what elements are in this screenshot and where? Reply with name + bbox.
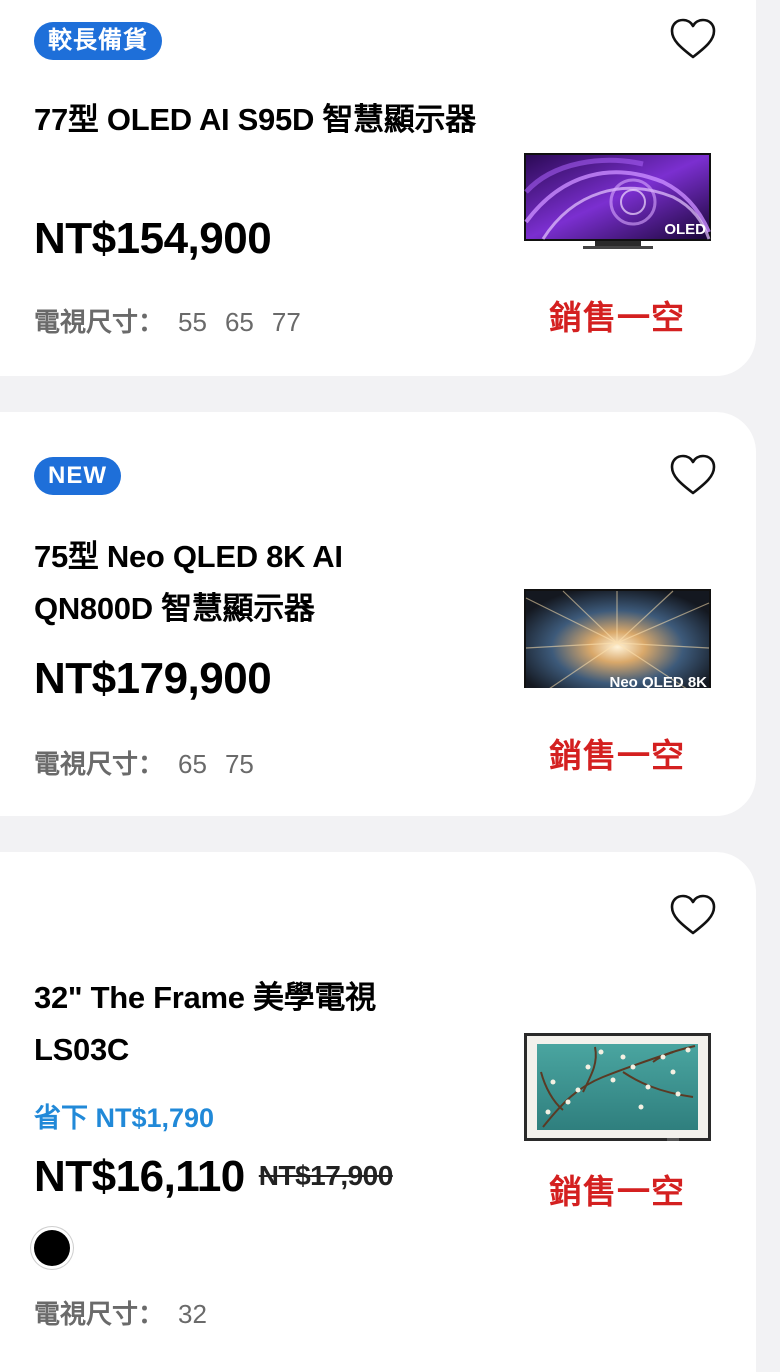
size-option[interactable]: 75 bbox=[225, 749, 254, 779]
product-title[interactable]: 32" The Frame 美學電視 LS03C bbox=[34, 972, 454, 1076]
sold-out-label: 銷售一空 bbox=[549, 299, 685, 336]
product-card[interactable]: 較長備貨 77型 OLED AI S95D 智慧顯示器 NT$154,900 電… bbox=[0, 0, 756, 376]
original-price: NT$17,900 bbox=[258, 1160, 394, 1191]
size-label: 電視尺寸： bbox=[34, 749, 165, 779]
tv-brand-logo: OLED bbox=[664, 221, 706, 238]
size-option[interactable]: 77 bbox=[272, 307, 301, 337]
product-image[interactable]: Neo QLED 8K bbox=[523, 588, 712, 688]
product-title[interactable]: 75型 Neo QLED 8K AI QN800D 智慧顯示器 bbox=[34, 531, 434, 635]
price-row: NT$16,110 NT$17,900 bbox=[34, 1152, 393, 1202]
size-option[interactable]: 65 bbox=[225, 307, 254, 337]
size-option[interactable]: 32 bbox=[178, 1299, 207, 1329]
size-label: 電視尺寸： bbox=[34, 1299, 165, 1329]
product-price: NT$16,110 bbox=[34, 1152, 245, 1201]
backorder-badge: 較長備貨 bbox=[34, 22, 162, 60]
heart-icon[interactable] bbox=[670, 454, 716, 496]
tv-size-selector: 電視尺寸： 55 65 77 bbox=[34, 302, 319, 339]
product-image[interactable] bbox=[523, 1032, 712, 1144]
size-label: 電視尺寸： bbox=[34, 307, 165, 337]
tv-size-selector: 電視尺寸： 65 75 bbox=[34, 744, 272, 781]
product-card[interactable]: NEW 75型 Neo QLED 8K AI QN800D 智慧顯示器 NT$1… bbox=[0, 412, 756, 816]
heart-icon[interactable] bbox=[670, 18, 716, 60]
sold-out-label: 銷售一空 bbox=[549, 737, 685, 774]
product-card[interactable]: 32" The Frame 美學電視 LS03C 省下 NT$1,790 NT$… bbox=[0, 852, 756, 1372]
heart-icon[interactable] bbox=[670, 894, 716, 936]
product-title[interactable]: 77型 OLED AI S95D 智慧顯示器 bbox=[34, 94, 494, 146]
sold-out-label: 銷售一空 bbox=[549, 1173, 685, 1210]
product-price: NT$154,900 bbox=[34, 214, 272, 263]
tv-brand-logo: Neo QLED 8K bbox=[609, 674, 707, 688]
savings-text: 省下 NT$1,790 bbox=[34, 1103, 215, 1133]
new-badge: NEW bbox=[34, 457, 121, 495]
color-swatch-black[interactable] bbox=[34, 1230, 70, 1266]
product-image[interactable]: OLED bbox=[523, 152, 712, 252]
product-price: NT$179,900 bbox=[34, 654, 272, 703]
tv-size-selector: 電視尺寸： 32 bbox=[34, 1294, 225, 1331]
size-option[interactable]: 55 bbox=[178, 307, 207, 337]
size-option[interactable]: 65 bbox=[178, 749, 207, 779]
